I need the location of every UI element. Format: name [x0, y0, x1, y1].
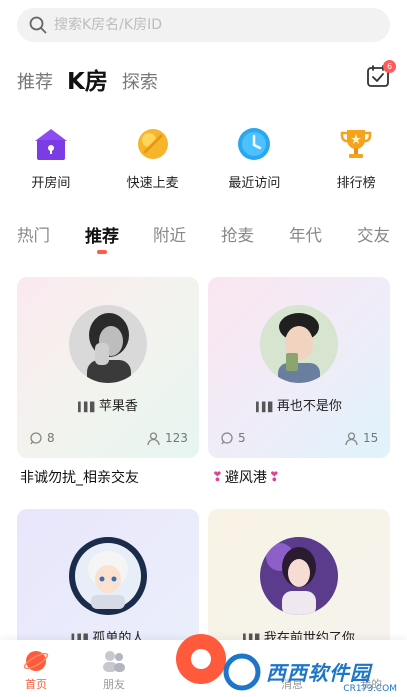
center-create-button[interactable] [176, 634, 226, 684]
tab-nearby[interactable]: 附近 [153, 222, 186, 246]
message-icon [279, 648, 305, 674]
active-tab-indicator [97, 250, 107, 254]
comment-count: 8 [29, 431, 55, 445]
nav-home[interactable]: 首页 [6, 648, 66, 692]
shortcut-label: 快速上麦 [126, 176, 179, 191]
signal-bars-icon: ▍▌▋ [78, 403, 97, 413]
hearts-icon: ❣ [268, 469, 280, 485]
host-avatar [69, 537, 147, 615]
task-calendar-button[interactable]: 6 [366, 60, 396, 90]
friends-icon [101, 648, 127, 674]
room-card[interactable]: ▍▌▋ 再也不是你 5 15 [208, 277, 390, 458]
search-bar[interactable] [17, 8, 390, 42]
tab-k-room[interactable]: K房 [67, 62, 108, 98]
nav-label: 我的 [360, 678, 382, 691]
tab-hot[interactable]: 热门 [17, 222, 50, 246]
host-name-row: ▍▌▋ 苹果香 [17, 395, 199, 414]
house-icon [31, 124, 71, 164]
search-icon [29, 16, 47, 34]
nav-me[interactable]: 我的 [341, 648, 401, 692]
nav-messages[interactable]: 消息 [262, 648, 322, 692]
clock-icon [234, 124, 274, 164]
host-name: 再也不是你 [276, 399, 342, 414]
room-title-row[interactable]: ❣ 避风港 ❣ [212, 467, 280, 487]
tab-era[interactable]: 年代 [289, 222, 322, 246]
person-icon [345, 431, 358, 445]
nav-friends[interactable]: 朋友 [84, 648, 144, 692]
notification-badge: 6 [383, 60, 396, 73]
shortcut-label: 最近访问 [228, 176, 281, 191]
category-tabs: 热门 推荐 附近 抢麦 年代 交友 [17, 222, 397, 258]
host-avatar [260, 537, 338, 615]
tab-friends[interactable]: 交友 [357, 222, 390, 246]
home-planet-icon [23, 648, 49, 674]
tab-explore[interactable]: 探索 [122, 68, 158, 98]
recent-visits-button[interactable]: 最近访问 [204, 124, 306, 191]
shortcut-label: 排行榜 [336, 176, 376, 191]
trophy-icon [336, 124, 376, 164]
search-input[interactable] [54, 17, 354, 33]
comment-count: 5 [220, 431, 246, 445]
comment-icon [30, 431, 42, 444]
room-title: 避风港 [224, 470, 267, 486]
leaderboard-button[interactable]: 排行榜 [305, 124, 407, 191]
person-icon [147, 431, 160, 445]
room-title[interactable]: 非诚勿扰_相亲交友 [20, 467, 139, 487]
room-card[interactable]: ▍▌▋ 苹果香 8 123 [17, 277, 199, 458]
comment-icon [221, 431, 233, 444]
shortcut-label: 开房间 [31, 176, 71, 191]
tab-recommend[interactable]: 推荐 [17, 68, 53, 98]
nav-label: 首页 [25, 678, 47, 691]
hearts-icon: ❣ [212, 469, 223, 485]
tab-grab-mic[interactable]: 抢麦 [221, 222, 254, 246]
listener-count: 123 [147, 431, 188, 445]
shortcut-row: 开房间 快速上麦 最近访问 排行榜 [0, 124, 407, 191]
tab-recommended[interactable]: 推荐 [85, 222, 119, 247]
listener-count: 15 [345, 431, 378, 445]
host-name-row: ▍▌▋ 再也不是你 [208, 395, 390, 414]
host-name: 苹果香 [98, 399, 138, 414]
nav-label: 朋友 [103, 678, 125, 691]
host-avatar [69, 305, 147, 383]
top-tabs: 推荐 K房 探索 [17, 62, 172, 98]
open-room-button[interactable]: 开房间 [0, 124, 102, 191]
signal-bars-icon: ▍▌▋ [256, 403, 275, 413]
profile-icon [358, 648, 384, 674]
quick-mic-icon [133, 124, 173, 164]
quick-mic-button[interactable]: 快速上麦 [102, 124, 204, 191]
nav-label: 消息 [281, 678, 303, 691]
host-avatar [260, 305, 338, 383]
